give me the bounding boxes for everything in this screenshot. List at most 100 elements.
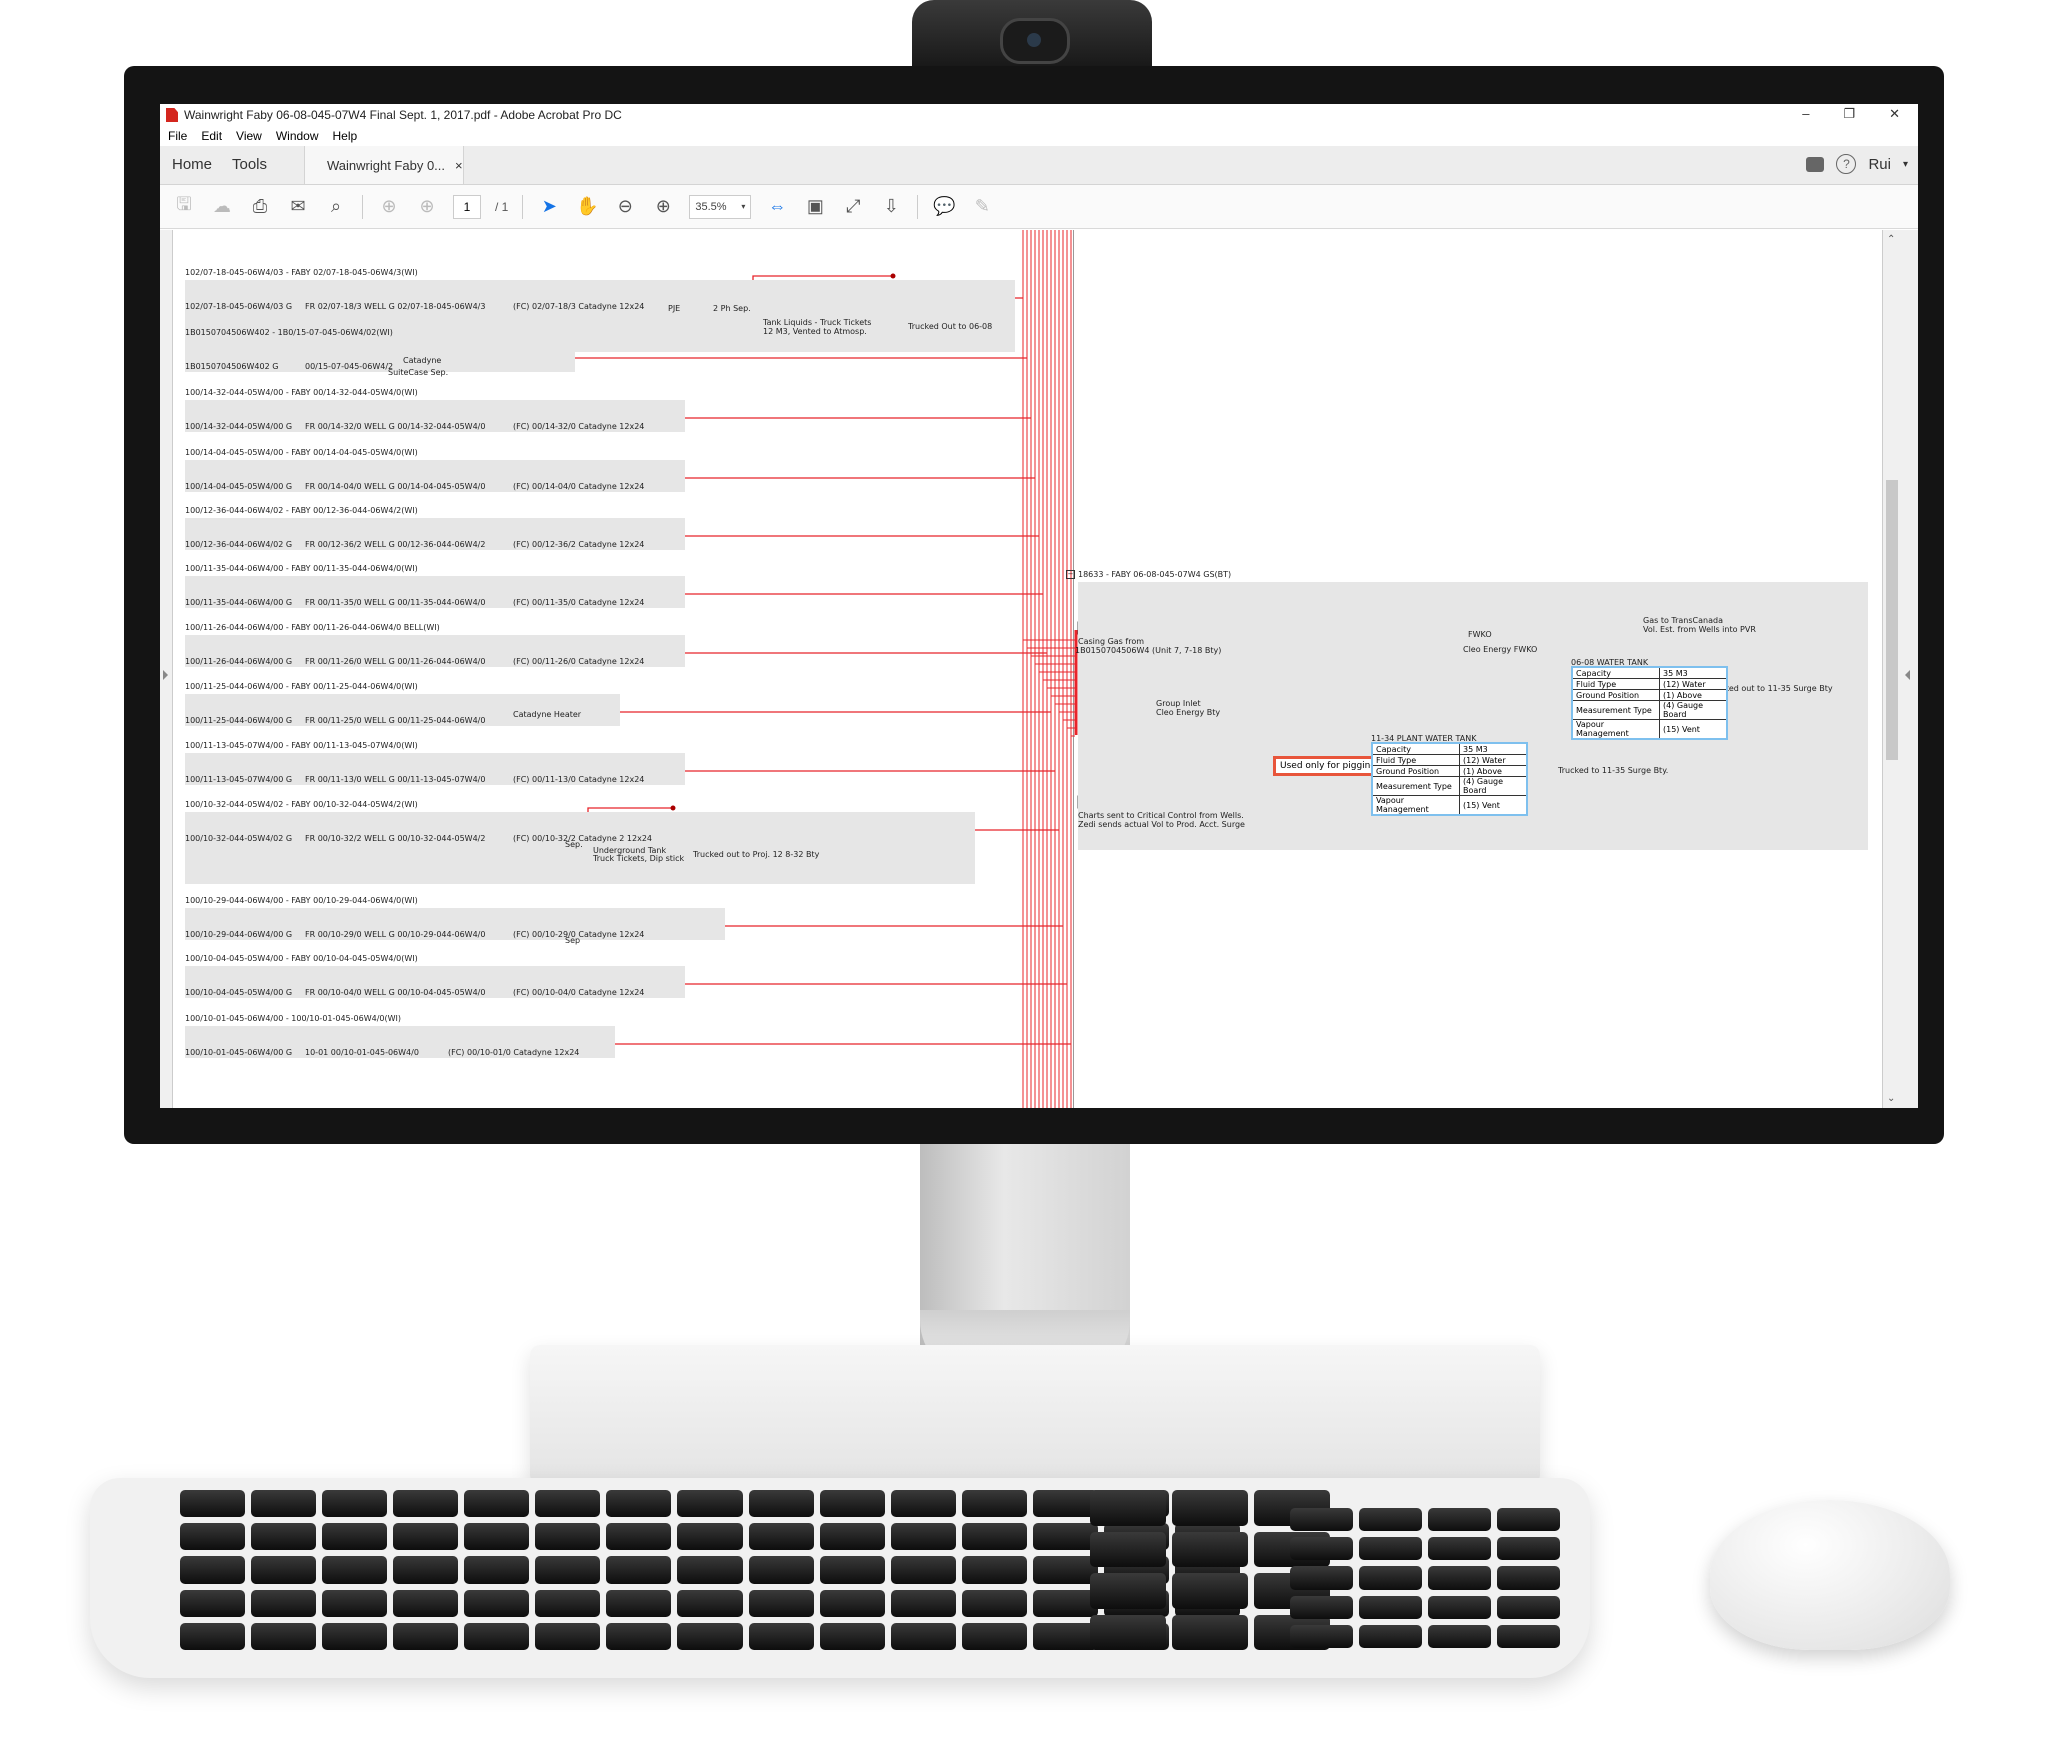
tank-info-value: (4) Gauge Board bbox=[1659, 700, 1728, 720]
close-tab-icon[interactable]: × bbox=[455, 158, 463, 173]
toolbar: 🖫 ☁ ⎙ ✉ ⌕ ⊕ ⊕ 1 / 1 ➤ ✋ ⊖ ⊕ 35.5% ▾ ⇔ ▣ … bbox=[160, 185, 1918, 229]
webcam-lens bbox=[1000, 18, 1070, 64]
arrow-down-circle-icon[interactable]: ⊕ bbox=[415, 195, 439, 219]
tank-info-key: Capacity bbox=[1571, 666, 1660, 679]
keyboard-key bbox=[535, 1622, 601, 1650]
meter-label: 00/15-07-045-06W4/2 bbox=[305, 362, 394, 371]
page-number-input[interactable]: 1 bbox=[453, 194, 481, 219]
close-button[interactable]: ✕ bbox=[1889, 106, 1900, 122]
zoom-level-select[interactable]: 35.5% ▾ bbox=[689, 194, 752, 219]
group-inlet-label: Group Inlet bbox=[1156, 699, 1201, 708]
keyboard-key bbox=[1290, 1508, 1353, 1532]
page-divider bbox=[1073, 230, 1074, 1108]
keyboard-key bbox=[251, 1622, 317, 1650]
chevron-down-icon[interactable]: ▾ bbox=[1903, 159, 1908, 170]
keyboard-key bbox=[1290, 1624, 1353, 1648]
well-source-label: 100/10-29-044-06W4/00 G bbox=[185, 930, 293, 939]
menu-window[interactable]: Window bbox=[276, 129, 319, 143]
tab-home[interactable]: Home bbox=[172, 156, 212, 173]
meter-label: FR 00/11-26/0 WELL G 00/11-26-044-06W4/0 bbox=[305, 657, 486, 666]
collapse-toggle[interactable]: − bbox=[1066, 570, 1075, 579]
pdf-file-icon bbox=[166, 108, 178, 122]
well-header: 102/07-18-045-06W4/03 - FABY 02/07-18-04… bbox=[185, 268, 418, 277]
keyboard-key bbox=[819, 1622, 885, 1650]
well-header: 100/11-25-044-06W4/00 - FABY 00/11-25-04… bbox=[185, 682, 418, 691]
left-panel-toggle[interactable] bbox=[160, 230, 173, 1108]
keyboard-key bbox=[1090, 1531, 1166, 1567]
well-header: 1B0150704506W402 - 1B0/15-07-045-06W4/02… bbox=[185, 328, 393, 337]
menu-file[interactable]: File bbox=[168, 129, 187, 143]
tab-document[interactable]: Wainwright Faby 0... × bbox=[304, 146, 464, 184]
keyboard-key bbox=[1497, 1566, 1560, 1590]
menu-help[interactable]: Help bbox=[333, 129, 358, 143]
well-header: 100/14-04-045-05W4/00 - FABY 00/14-04-04… bbox=[185, 448, 418, 457]
scroll-down-icon[interactable]: ⌄ bbox=[1887, 1093, 1895, 1104]
tank-info-table: Capacity 35 M3 Fluid Type (12) Water Ground … bbox=[1571, 666, 1728, 740]
full-screen-icon[interactable]: ⤢ bbox=[841, 195, 865, 219]
keyboard-key bbox=[535, 1490, 601, 1518]
document-canvas[interactable]: 102/07-18-045-06W4/03 - FABY 02/07-18-04… bbox=[173, 230, 1885, 1108]
right-panel-toggle[interactable] bbox=[1900, 230, 1918, 1108]
save-icon[interactable]: 🖫 bbox=[172, 194, 196, 219]
tank-info-row: Measurement Type (4) Gauge Board bbox=[1571, 700, 1728, 720]
print-icon[interactable]: ⎙ bbox=[248, 195, 272, 219]
keyboard-key bbox=[606, 1556, 672, 1584]
hand-icon[interactable]: ✋ bbox=[575, 195, 599, 219]
tank-info-row: Capacity 35 M3 bbox=[1371, 742, 1528, 755]
help-icon[interactable]: ? bbox=[1836, 154, 1857, 174]
keyboard-key bbox=[393, 1556, 459, 1584]
minimize-button[interactable]: – bbox=[1802, 106, 1809, 122]
keyboard-key bbox=[677, 1622, 743, 1650]
screen: Wainwright Faby 06-08-045-07W4 Final Sep… bbox=[160, 104, 1918, 1108]
arrow-up-circle-icon[interactable]: ⊕ bbox=[377, 195, 401, 219]
keyboard-key bbox=[1428, 1595, 1491, 1619]
heater-label: (FC) 00/14-04/0 Catadyne 12x24 bbox=[513, 482, 645, 491]
menu-view[interactable]: View bbox=[236, 129, 262, 143]
scroll-mode-icon[interactable]: ⇩ bbox=[879, 195, 903, 219]
keyboard-key bbox=[819, 1589, 885, 1617]
tank-info-table: Capacity 35 M3 Fluid Type (12) Water Ground … bbox=[1371, 742, 1528, 816]
heater-label: (FC) 00/12-36/2 Catadyne 12x24 bbox=[513, 540, 645, 549]
cursor-arrow-icon[interactable]: ➤ bbox=[537, 195, 561, 219]
fit-page-icon[interactable]: ▣ bbox=[803, 195, 827, 219]
tank-info-row: Ground Position (1) Above bbox=[1371, 765, 1528, 777]
keyboard-key bbox=[1172, 1490, 1248, 1526]
menu-bar: File Edit View Window Help bbox=[160, 126, 1918, 146]
tank-info-row: Fluid Type (12) Water bbox=[1571, 678, 1728, 690]
keyboard-key bbox=[1497, 1595, 1560, 1619]
expand-left-icon bbox=[163, 670, 168, 680]
keyboard-key bbox=[961, 1490, 1027, 1518]
restore-button[interactable]: ❐ bbox=[1843, 106, 1855, 122]
well-header: 100/11-13-045-07W4/00 - FABY 00/11-13-04… bbox=[185, 741, 418, 750]
menu-edit[interactable]: Edit bbox=[201, 129, 222, 143]
tab-tools[interactable]: Tools bbox=[232, 156, 267, 173]
email-icon[interactable]: ✉ bbox=[286, 195, 310, 219]
chat-icon[interactable] bbox=[1806, 156, 1825, 172]
keyboard-key bbox=[251, 1556, 317, 1584]
fit-width-icon[interactable]: ⇔ bbox=[765, 195, 789, 219]
zoom-out-icon[interactable]: ⊖ bbox=[613, 195, 637, 219]
keyboard-key bbox=[1428, 1566, 1491, 1590]
meter-label: FR 00/11-25/0 WELL G 00/11-25-044-06W4/0 bbox=[305, 716, 486, 725]
search-icon[interactable]: ⌕ bbox=[324, 195, 348, 219]
heater-label: (FC) 02/07-18/3 Catadyne 12x24 bbox=[513, 302, 645, 311]
zoom-in-icon[interactable]: ⊕ bbox=[651, 195, 675, 219]
keyboard-key bbox=[535, 1523, 601, 1551]
tank-info-row: Capacity 35 M3 bbox=[1571, 666, 1728, 679]
keyboard-key bbox=[890, 1556, 956, 1584]
scroll-up-icon[interactable]: ⌃ bbox=[1887, 234, 1895, 245]
vertical-scrollbar[interactable]: ⌃ ⌄ bbox=[1882, 230, 1901, 1108]
scrollbar-thumb[interactable] bbox=[1886, 480, 1898, 760]
keyboard-key bbox=[677, 1523, 743, 1551]
well-source-label: 100/11-25-044-06W4/00 G bbox=[185, 716, 293, 725]
cloud-upload-icon[interactable]: ☁ bbox=[210, 195, 234, 219]
keyboard-key bbox=[1090, 1490, 1166, 1526]
meter-label: FR 00/14-04/0 WELL G 00/14-04-045-05W4/0 bbox=[305, 482, 486, 491]
gas-out-detail: Vol. Est. from Wells into PVR bbox=[1643, 625, 1756, 634]
user-menu[interactable]: Rui bbox=[1868, 156, 1891, 173]
keyboard-key bbox=[1428, 1537, 1491, 1561]
comment-icon[interactable]: 💬 bbox=[932, 195, 956, 219]
highlight-pen-icon[interactable]: ✎ bbox=[970, 195, 994, 219]
well-header: 100/12-36-044-06W4/02 - FABY 00/12-36-04… bbox=[185, 506, 418, 515]
tank-info-key: Measurement Type bbox=[1371, 776, 1460, 796]
